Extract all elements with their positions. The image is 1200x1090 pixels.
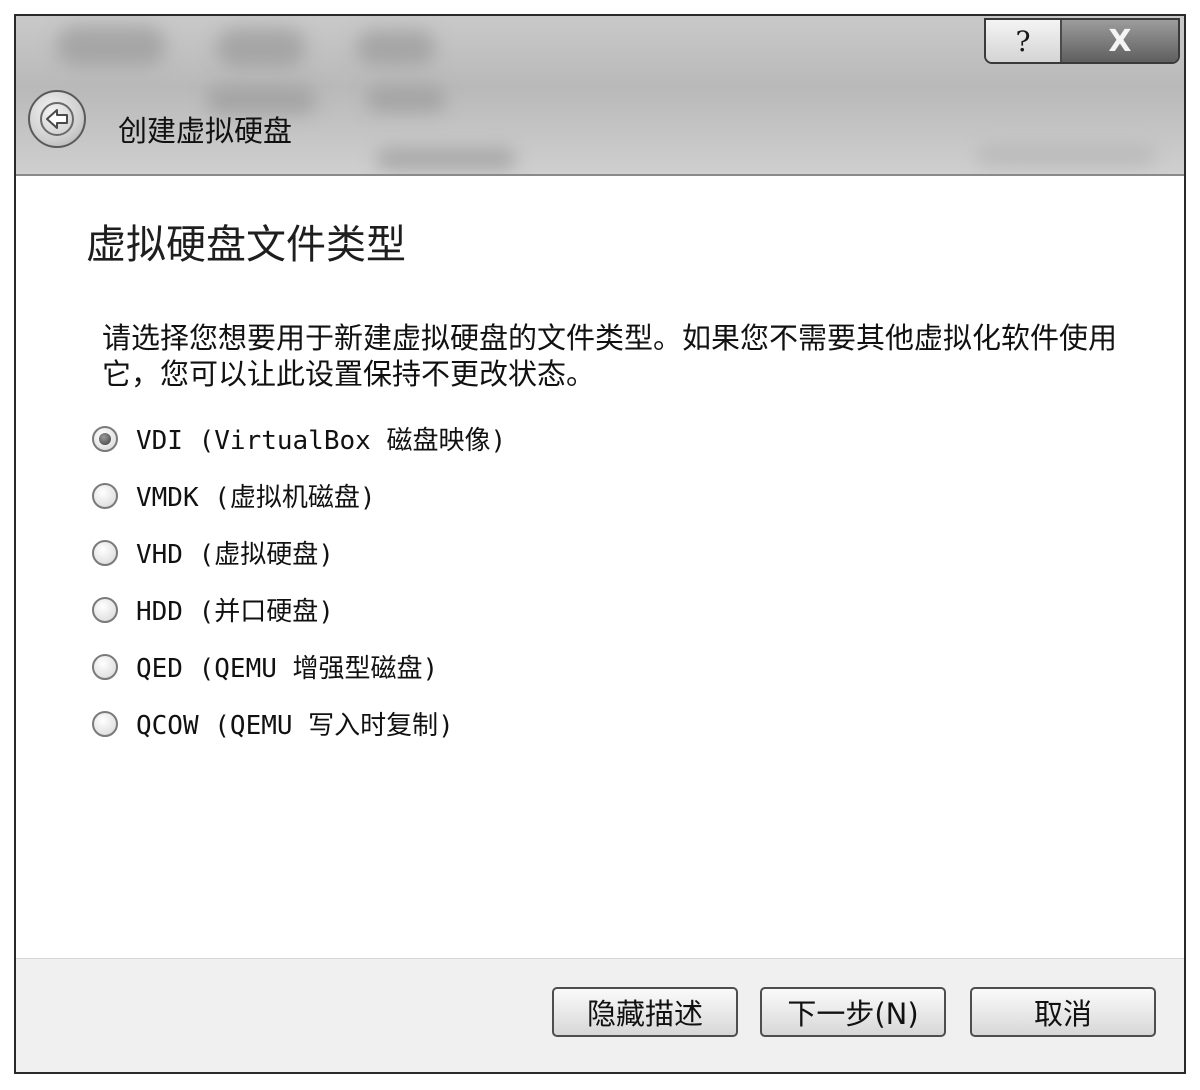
option-label: VMDK (虚拟机磁盘) (136, 483, 376, 513)
page-description: 请选择您想要用于新建虚拟硬盘的文件类型。如果您不需要其他虚拟化软件使用它，您可以… (102, 321, 1118, 391)
hide-description-button[interactable]: 隐藏描述 (552, 987, 738, 1037)
title-bar: 创建虚拟硬盘 ? X (16, 16, 1184, 176)
option-vmdk[interactable]: VMDK (虚拟机磁盘) (92, 467, 506, 524)
option-label: QCOW (QEMU 写入时复制) (136, 711, 454, 741)
close-button[interactable]: X (1062, 20, 1178, 62)
option-hdd[interactable]: HDD (并口硬盘) (92, 581, 506, 638)
create-virtual-disk-dialog: 创建虚拟硬盘 ? X 虚拟硬盘文件类型 请选择您想要用于新建虚拟硬盘的文件类型。… (14, 14, 1186, 1074)
option-qed[interactable]: QED (QEMU 增强型磁盘) (92, 638, 506, 695)
close-icon: X (1108, 23, 1132, 59)
radio-qcow[interactable] (92, 710, 118, 737)
radio-vhd[interactable] (92, 539, 118, 566)
disk-type-options: VDI (VirtualBox 磁盘映像) VMDK (虚拟机磁盘) VHD (… (92, 410, 506, 752)
option-label: QED (QEMU 增强型磁盘) (136, 654, 439, 684)
option-vhd[interactable]: VHD (虚拟硬盘) (92, 524, 506, 581)
radio-hdd[interactable] (92, 596, 118, 623)
radio-vmdk[interactable] (92, 482, 118, 509)
back-button[interactable] (28, 90, 86, 148)
button-bar: 隐藏描述 下一步(N) 取消 (16, 958, 1184, 1072)
back-arrow-icon (40, 102, 74, 136)
option-label: HDD (并口硬盘) (136, 597, 334, 627)
cancel-button[interactable]: 取消 (970, 987, 1156, 1037)
help-button[interactable]: ? (986, 20, 1062, 62)
wizard-content: 虚拟硬盘文件类型 请选择您想要用于新建虚拟硬盘的文件类型。如果您不需要其他虚拟化… (16, 176, 1184, 958)
page-title: 虚拟硬盘文件类型 (86, 222, 406, 268)
caption-buttons: ? X (984, 18, 1180, 64)
help-icon: ? (1015, 24, 1031, 58)
next-button[interactable]: 下一步(N) (760, 987, 946, 1037)
radio-vdi[interactable] (92, 425, 118, 452)
option-label: VDI (VirtualBox 磁盘映像) (136, 426, 507, 456)
window-title: 创建虚拟硬盘 (118, 114, 293, 148)
radio-qed[interactable] (92, 653, 118, 680)
option-vdi[interactable]: VDI (VirtualBox 磁盘映像) (92, 410, 506, 467)
option-label: VHD (虚拟硬盘) (136, 540, 334, 570)
option-qcow[interactable]: QCOW (QEMU 写入时复制) (92, 695, 506, 752)
